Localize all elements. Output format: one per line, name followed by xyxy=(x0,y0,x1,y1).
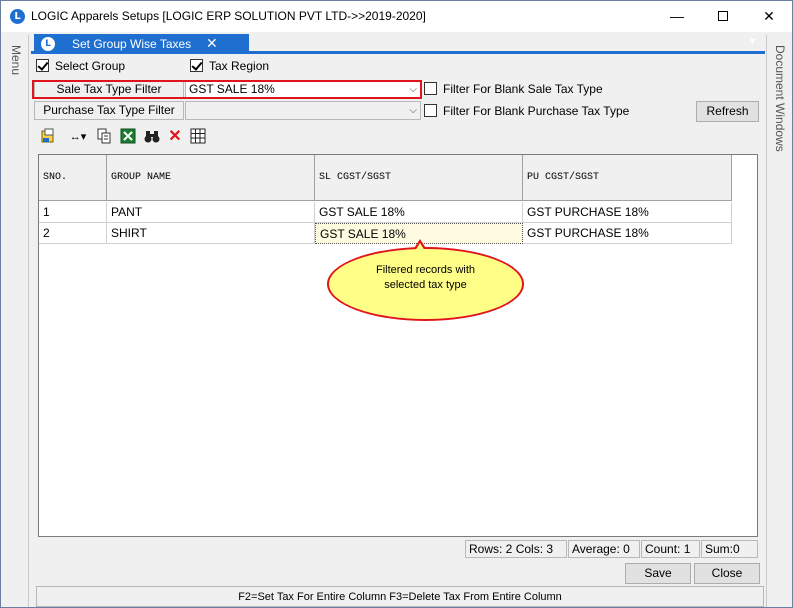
maximize-icon xyxy=(718,10,728,21)
menu-side-panel[interactable]: Menu xyxy=(3,35,29,607)
status-cols: Cols: 3 xyxy=(515,542,554,556)
cell-pu-tax[interactable]: GST PURCHASE 18% xyxy=(523,202,732,223)
delete-icon[interactable]: ✕ xyxy=(166,128,184,146)
export-icon[interactable] xyxy=(39,128,57,146)
save-button[interactable]: Save xyxy=(625,563,691,584)
close-window-button[interactable]: ✕ xyxy=(746,1,792,32)
app-window: L LOGIC Apparels Setups [LOGIC ERP SOLUT… xyxy=(0,0,793,608)
select-group-checkbox[interactable] xyxy=(36,59,49,72)
tab-close-icon[interactable]: ✕ xyxy=(206,35,218,52)
tax-region-label: Tax Region xyxy=(209,59,270,73)
purchase-tax-filter-label: Purchase Tax Type Filter xyxy=(34,101,184,120)
blank-sale-label: Filter For Blank Sale Tax Type xyxy=(443,82,603,96)
callout-tail-fill xyxy=(415,243,425,251)
chevron-down-icon: ⌵ xyxy=(409,105,417,116)
copy-icon[interactable] xyxy=(95,128,113,146)
column-header-pu-cgst-sgst[interactable]: PU CGST/SGST xyxy=(523,155,732,201)
cell-sno[interactable]: 2 xyxy=(39,223,107,244)
callout-line-1: Filtered records with xyxy=(375,264,476,276)
document-windows-label: Document Windows xyxy=(773,45,787,152)
shortcut-hint-bar: F2=Set Tax For Entire Column F3=Delete T… xyxy=(36,586,764,607)
group-tax-grid[interactable]: SNO. GROUP NAME SL CGST/SGST PU CGST/SGS… xyxy=(38,154,758,537)
tab-set-group-wise-taxes[interactable]: L Set Group Wise Taxes ✕ xyxy=(34,34,249,54)
cell-sl-tax[interactable]: GST SALE 18% xyxy=(315,202,523,223)
callout-bubble: Filtered records with selected tax type xyxy=(327,247,524,321)
callout-line-2: selected tax type xyxy=(384,279,467,291)
blank-sale-checkbox[interactable] xyxy=(424,82,437,95)
tab-strip: L Set Group Wise Taxes ✕ ▼ xyxy=(31,34,765,54)
tax-region-checkbox[interactable] xyxy=(190,59,203,72)
select-group-label: Select Group xyxy=(55,59,126,73)
window-title: LOGIC Apparels Setups [LOGIC ERP SOLUTIO… xyxy=(31,9,426,23)
column-width-icon[interactable]: ↔▾ xyxy=(65,128,91,146)
document-windows-panel[interactable]: Document Windows xyxy=(766,35,792,607)
excel-icon[interactable] xyxy=(119,128,137,146)
refresh-button[interactable]: Refresh xyxy=(696,101,759,122)
table-row[interactable]: 2 SHIRT GST SALE 18% GST PURCHASE 18% xyxy=(39,223,732,244)
table-row[interactable]: 1 PANT GST SALE 18% GST PURCHASE 18% xyxy=(39,202,732,223)
logic-tab-icon: L xyxy=(41,37,55,51)
tab-dropdown-icon[interactable]: ▼ xyxy=(748,36,757,46)
status-sum: Sum:0 xyxy=(701,540,758,558)
blank-purchase-checkbox[interactable] xyxy=(424,104,437,117)
grid-layout-icon[interactable] xyxy=(189,128,207,146)
close-button[interactable]: Close xyxy=(694,563,760,584)
status-count: Count: 1 xyxy=(641,540,700,558)
cell-group-name[interactable]: SHIRT xyxy=(107,223,315,244)
tab-label: Set Group Wise Taxes xyxy=(72,37,192,51)
app-logo-icon: L xyxy=(10,9,25,24)
minimize-button[interactable]: — xyxy=(654,1,700,32)
grid-header-row: SNO. GROUP NAME SL CGST/SGST PU CGST/SGS… xyxy=(39,155,732,201)
menu-side-label: Menu xyxy=(9,45,23,76)
column-header-sno[interactable]: SNO. xyxy=(39,155,107,201)
status-average: Average: 0 xyxy=(568,540,640,558)
sale-filter-highlight xyxy=(32,80,422,99)
title-bar: L LOGIC Apparels Setups [LOGIC ERP SOLUT… xyxy=(1,1,792,32)
status-rows-cols: Rows: 2 Cols: 3 xyxy=(465,540,567,558)
cell-group-name[interactable]: PANT xyxy=(107,202,315,223)
status-rows: Rows: 2 xyxy=(469,542,513,556)
purchase-tax-filter-combo[interactable]: ⌵ xyxy=(185,101,421,120)
cell-sno[interactable]: 1 xyxy=(39,202,107,223)
blank-purchase-label: Filter For Blank Purchase Tax Type xyxy=(443,104,630,118)
cell-pu-tax[interactable]: GST PURCHASE 18% xyxy=(523,223,732,244)
column-header-group-name[interactable]: GROUP NAME xyxy=(107,155,315,201)
binoculars-icon[interactable] xyxy=(143,128,161,146)
maximize-button[interactable] xyxy=(700,1,746,32)
column-header-sl-cgst-sgst[interactable]: SL CGST/SGST xyxy=(315,155,523,201)
